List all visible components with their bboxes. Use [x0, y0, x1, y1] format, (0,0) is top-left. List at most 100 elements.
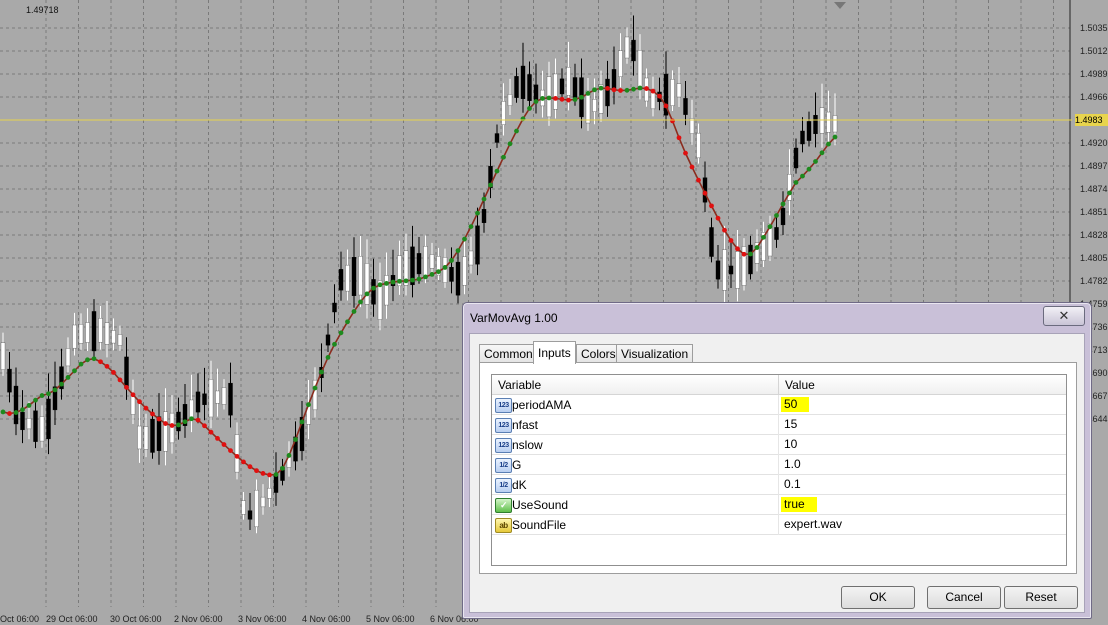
int-icon: 123: [495, 438, 512, 453]
tab-common[interactable]: Common: [479, 344, 538, 363]
variable-value[interactable]: 50: [781, 397, 810, 412]
ma-dot: [598, 85, 604, 91]
ma-dot: [624, 87, 630, 93]
ma-dot: [611, 87, 617, 93]
candle-body: [520, 65, 526, 99]
tab-colors[interactable]: Colors: [576, 344, 621, 363]
column-header-variable[interactable]: Variable: [492, 375, 779, 395]
table-row[interactable]: ✓ UseSound true: [492, 495, 1066, 515]
candle-body: [442, 257, 448, 283]
candle-body: [221, 387, 227, 405]
candle-body: [618, 50, 623, 77]
candle-body: [793, 147, 799, 169]
ma-dot: [663, 103, 669, 109]
ma-dot: [527, 106, 532, 111]
ma-dot: [202, 423, 207, 429]
candle-body: [533, 84, 539, 101]
y-axis-label: 1.4828: [1080, 230, 1108, 240]
ma-dot: [169, 423, 175, 428]
ma-dot: [299, 419, 305, 425]
table-row[interactable]: ab SoundFile expert.wav: [492, 515, 1066, 535]
candle-body: [416, 253, 422, 275]
ma-dot: [390, 279, 396, 285]
ma-dot: [59, 381, 64, 387]
candle-body: [631, 39, 636, 62]
variable-value[interactable]: 15: [781, 417, 800, 432]
y-axis-label: 1.4920: [1080, 138, 1108, 148]
string-icon: ab: [495, 518, 512, 533]
ma-dot: [793, 180, 799, 185]
ma-dot: [306, 402, 311, 408]
inputs-panel: Variable Value 123 periodAMA 50 123 nfas…: [479, 362, 1077, 574]
ma-dot: [39, 393, 45, 398]
ma-dot: [494, 168, 500, 174]
candle-body: [637, 50, 643, 90]
ma-dot: [553, 95, 558, 101]
ma-dot: [137, 399, 142, 405]
ma-dot: [163, 421, 168, 426]
y-axis-label: 1.4782: [1080, 276, 1108, 286]
variable-value[interactable]: 1.0: [781, 457, 804, 472]
table-row[interactable]: 123 nslow 10: [492, 435, 1066, 455]
candle-body: [345, 264, 350, 292]
tab-visualization[interactable]: Visualization: [616, 344, 694, 363]
candle-body: [806, 121, 812, 141]
ma-dot: [267, 472, 272, 478]
ma-dot: [403, 278, 409, 284]
ma-dot: [676, 135, 682, 141]
ma-dot: [234, 453, 240, 459]
ok-button[interactable]: OK: [841, 586, 915, 609]
candle-body: [709, 227, 714, 257]
ma-dot: [156, 416, 162, 422]
table-row[interactable]: 1/2 G 1.0: [492, 455, 1066, 475]
ma-dot: [371, 285, 376, 291]
ma-dot: [559, 96, 565, 102]
y-axis-label: 1.5012: [1080, 46, 1108, 56]
candle-body: [683, 98, 688, 115]
ma-dot: [715, 215, 721, 221]
ma-dot: [618, 88, 623, 93]
ma-dot: [195, 417, 201, 423]
int-icon: 123: [495, 398, 512, 413]
candle-body: [260, 496, 266, 508]
ma-dot: [273, 472, 279, 477]
ma-dot: [832, 134, 838, 140]
candle-body: [358, 256, 363, 296]
variable-value[interactable]: true: [781, 497, 817, 512]
cancel-button[interactable]: Cancel: [927, 586, 1001, 609]
variable-name: UseSound: [512, 498, 569, 512]
ma-dot: [416, 276, 422, 282]
table-row[interactable]: 123 periodAMA 50: [492, 395, 1066, 415]
candle-body: [65, 348, 71, 367]
candle-body: [423, 246, 428, 277]
table-row[interactable]: 123 nfast 15: [492, 415, 1066, 435]
table-row[interactable]: 1/2 dK 0.1: [492, 475, 1066, 495]
candle-body: [332, 302, 337, 313]
ma-dot: [247, 464, 253, 470]
reset-button[interactable]: Reset: [1004, 586, 1078, 609]
ma-dot: [254, 468, 259, 474]
shift-marker-icon: [834, 2, 846, 9]
ma-dot: [338, 330, 344, 336]
column-header-value[interactable]: Value: [779, 375, 1066, 395]
ma-dot: [488, 182, 493, 188]
candle-body: [117, 334, 123, 346]
ma-dot: [787, 190, 792, 196]
candle-body: [98, 318, 103, 343]
x-axis-label: Oct 06:00: [0, 614, 39, 624]
close-button[interactable]: ✕: [1043, 306, 1085, 326]
ma-dot: [819, 150, 825, 156]
ma-dot: [72, 368, 77, 374]
ma-dot: [423, 274, 428, 280]
variable-value[interactable]: 0.1: [781, 477, 804, 492]
candle-body: [20, 411, 25, 431]
variable-value[interactable]: 10: [781, 437, 800, 452]
ma-dot: [85, 357, 90, 363]
tab-inputs[interactable]: Inputs: [533, 341, 576, 364]
ma-dot: [377, 282, 383, 288]
x-axis-label: 5 Nov 06:00: [366, 614, 415, 624]
ma-dot: [150, 411, 155, 417]
candle-body: [800, 130, 805, 145]
variable-value[interactable]: expert.wav: [781, 517, 845, 532]
candle-body: [566, 66, 571, 96]
